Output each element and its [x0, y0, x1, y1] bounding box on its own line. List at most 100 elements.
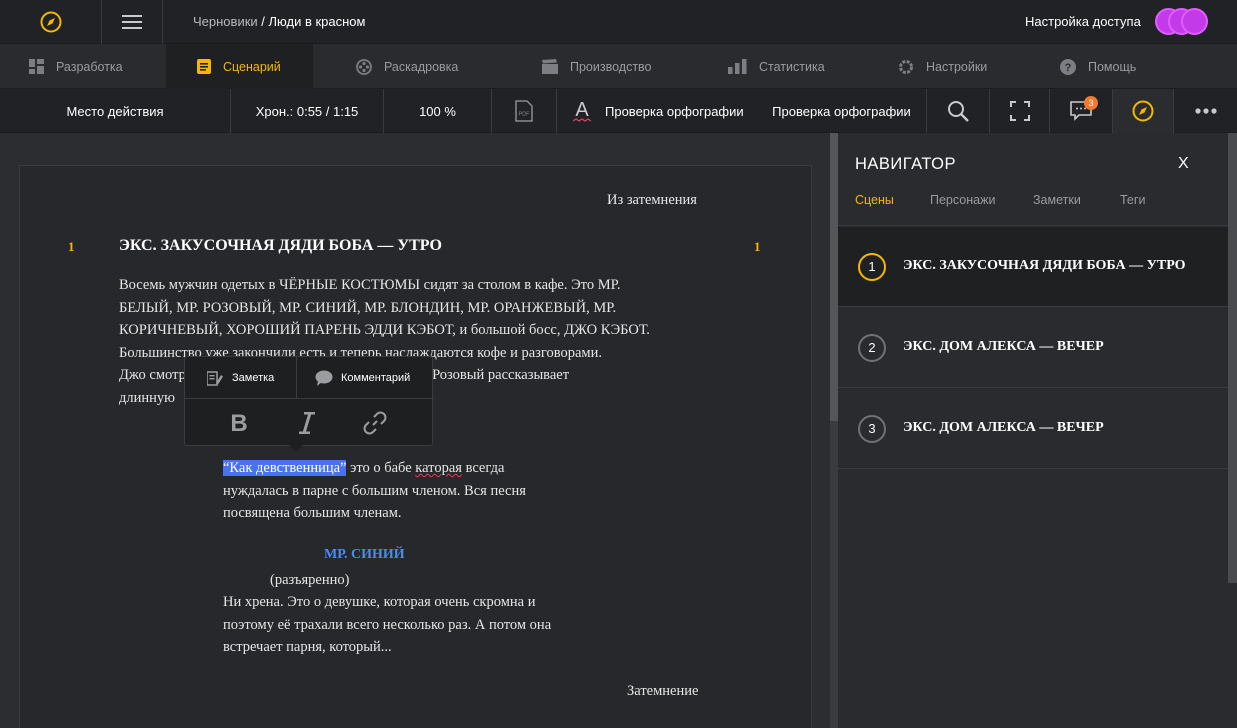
bar-chart-icon: [728, 59, 747, 74]
more-icon: [1194, 108, 1217, 114]
spellcheck-label: Проверка орфографии: [605, 103, 744, 119]
selected-text[interactable]: “Как девственница”: [223, 460, 347, 476]
breadcrumb-current: Люди в красном: [268, 14, 366, 29]
top-bar: Черновики / Люди в красном Настройка дос…: [0, 0, 1237, 44]
link-button[interactable]: [341, 399, 409, 447]
note-icon: [207, 370, 223, 386]
navigator-panel: НАВИГАТОР X Сцены Персонажи Заметки Теги…: [838, 133, 1237, 728]
spellcheck-button[interactable]: A Проверка орфографии: [557, 89, 757, 133]
tab-statistics[interactable]: Статистика: [728, 44, 888, 89]
navigator-tab-notes[interactable]: Заметки: [1033, 193, 1081, 207]
film-reel-icon: [356, 58, 372, 75]
scene-number: 3: [858, 415, 886, 443]
editor-scrollbar[interactable]: [830, 133, 838, 728]
pdf-export-button[interactable]: PDF: [492, 89, 557, 133]
tab-settings[interactable]: Настройки: [898, 44, 1048, 89]
navigator-tab-characters[interactable]: Персонажи: [930, 193, 995, 207]
scene-label: ЭКС. ДОМ АЛЕКСА — ВЕЧЕР: [903, 339, 1104, 354]
compass-icon: [40, 11, 61, 33]
svg-text:A: A: [575, 99, 589, 121]
grid-icon: [29, 59, 44, 74]
help-icon: ?: [1060, 58, 1076, 75]
breadcrumb-root[interactable]: Черновики: [193, 14, 258, 29]
comments-button[interactable]: 3: [1050, 89, 1113, 133]
gear-icon: [898, 59, 914, 75]
italic-button[interactable]: [273, 399, 341, 447]
navigator-scene-item[interactable]: 3 ЭКС. ДОМ АЛЕКСА — ВЕЧЕР: [838, 389, 1228, 469]
scene-number-left: 1: [68, 239, 75, 254]
scrollbar-thumb[interactable]: [830, 133, 838, 421]
action-line: БЕЛЫЙ, МР. РОЗОВЫЙ, МР. СИНИЙ, МР. БЛОНД…: [119, 299, 617, 316]
transition-out[interactable]: Затемнение: [627, 680, 698, 703]
navigator-close-button[interactable]: X: [1178, 155, 1189, 173]
avatar: [1181, 8, 1208, 35]
dialogue-text: всегда: [461, 460, 505, 476]
svg-text:PDF: PDF: [519, 112, 531, 118]
dialogue-text: это о бабе: [346, 460, 416, 476]
bold-button[interactable]: B: [205, 399, 273, 447]
tab-label: Настройки: [926, 59, 988, 74]
spellcheck-secondary-button[interactable]: Проверка орфографии: [757, 89, 927, 133]
search-button[interactable]: [927, 89, 990, 133]
fullscreen-icon: [1009, 101, 1030, 121]
fullscreen-button[interactable]: [990, 89, 1050, 133]
clapper-icon: [542, 59, 558, 74]
logo-button[interactable]: [0, 0, 102, 44]
scene-label: ЭКС. ЗАКУСОЧНАЯ ДЯДИ БОБА — УТРО: [903, 258, 1186, 273]
navigator-scrollbar[interactable]: [1228, 133, 1237, 583]
tab-development[interactable]: Разработка: [0, 44, 166, 89]
dialogue-line: встречает парня, который...: [223, 639, 392, 655]
pdf-icon: PDF: [515, 100, 533, 122]
script-page[interactable]: Из затемнения 1 1 ЭКС. ЗАКУСОЧНАЯ ДЯДИ Б…: [19, 165, 812, 728]
comment-bubble-icon: [315, 370, 333, 386]
collaborators-avatars[interactable]: [1155, 8, 1209, 36]
bold-icon: B: [230, 412, 247, 434]
tab-label: Раскадровка: [384, 59, 459, 74]
navigator-tab-scenes[interactable]: Сцены: [855, 193, 894, 207]
svg-text:?: ?: [1065, 62, 1072, 74]
access-settings-link[interactable]: Настройка доступа: [1025, 0, 1141, 44]
navigator-toggle-button[interactable]: [1113, 89, 1174, 133]
timing-display[interactable]: Хрон.: 0:55 / 1:15: [231, 89, 384, 133]
comments-count-badge: 3: [1084, 96, 1098, 110]
character-name[interactable]: МР. СИНИЙ: [324, 544, 405, 567]
add-comment-button[interactable]: Комментарий: [297, 357, 434, 399]
navigator-title: НАВИГАТОР: [855, 155, 957, 173]
popup-pointer: [289, 445, 303, 452]
dialogue-block-1[interactable]: “Как девственница” это о бабе каторая вс…: [223, 457, 643, 525]
more-options-button[interactable]: [1174, 89, 1237, 133]
scene-number: 1: [858, 253, 886, 281]
zoom-control[interactable]: 100 %: [384, 89, 492, 133]
compass-icon: [1132, 100, 1154, 122]
navigator-scene-item[interactable]: 1 ЭКС. ЗАКУСОЧНАЯ ДЯДИ БОБА — УТРО: [838, 227, 1228, 307]
spellcheck-icon: A: [573, 99, 591, 123]
selection-popup: Заметка Комментарий B: [184, 356, 434, 452]
location-dropdown[interactable]: Место действия: [0, 89, 231, 133]
breadcrumb-separator: /: [257, 14, 269, 29]
divider: [838, 225, 1228, 226]
tab-label: Разработка: [56, 59, 123, 74]
popup-actions-row: Заметка Комментарий: [185, 357, 434, 399]
tab-label: Сценарий: [223, 59, 281, 74]
tab-help[interactable]: ? Помощь: [1060, 44, 1210, 89]
link-icon: [363, 411, 387, 435]
action-line: Восемь мужчин одетых в ЧЁРНЫЕ КОСТЮМЫ си…: [119, 277, 621, 293]
dialogue-block-2[interactable]: Ни хрена. Это о девушке, которая очень с…: [223, 591, 643, 659]
menu-button[interactable]: [102, 0, 163, 44]
scene-heading[interactable]: ЭКС. ЗАКУСОЧНАЯ ДЯДИ БОБА — УТРО: [119, 235, 442, 258]
add-note-button[interactable]: Заметка: [185, 357, 297, 399]
tab-production[interactable]: Производство: [542, 44, 712, 89]
hamburger-icon: [122, 15, 142, 29]
navigator-tab-tags[interactable]: Теги: [1120, 193, 1145, 207]
tab-label: Производство: [570, 59, 652, 74]
script-icon: [197, 59, 211, 74]
tab-script[interactable]: Сценарий: [166, 44, 313, 89]
dialogue-line: нуждалась в парне с большим членом. Вся …: [223, 482, 526, 499]
misspelled-word[interactable]: каторая: [415, 460, 462, 476]
transition-in[interactable]: Из затемнения: [607, 189, 697, 212]
parenthetical[interactable]: (разъяренно): [270, 569, 349, 592]
navigator-scene-item[interactable]: 2 ЭКС. ДОМ АЛЕКСА — ВЕЧЕР: [838, 308, 1228, 388]
tab-storyboard[interactable]: Раскадровка: [356, 44, 526, 89]
scene-label: ЭКС. ДОМ АЛЕКСА — ВЕЧЕР: [903, 420, 1104, 435]
dialogue-line: Ни хрена. Это о девушке, которая очень с…: [223, 594, 536, 610]
